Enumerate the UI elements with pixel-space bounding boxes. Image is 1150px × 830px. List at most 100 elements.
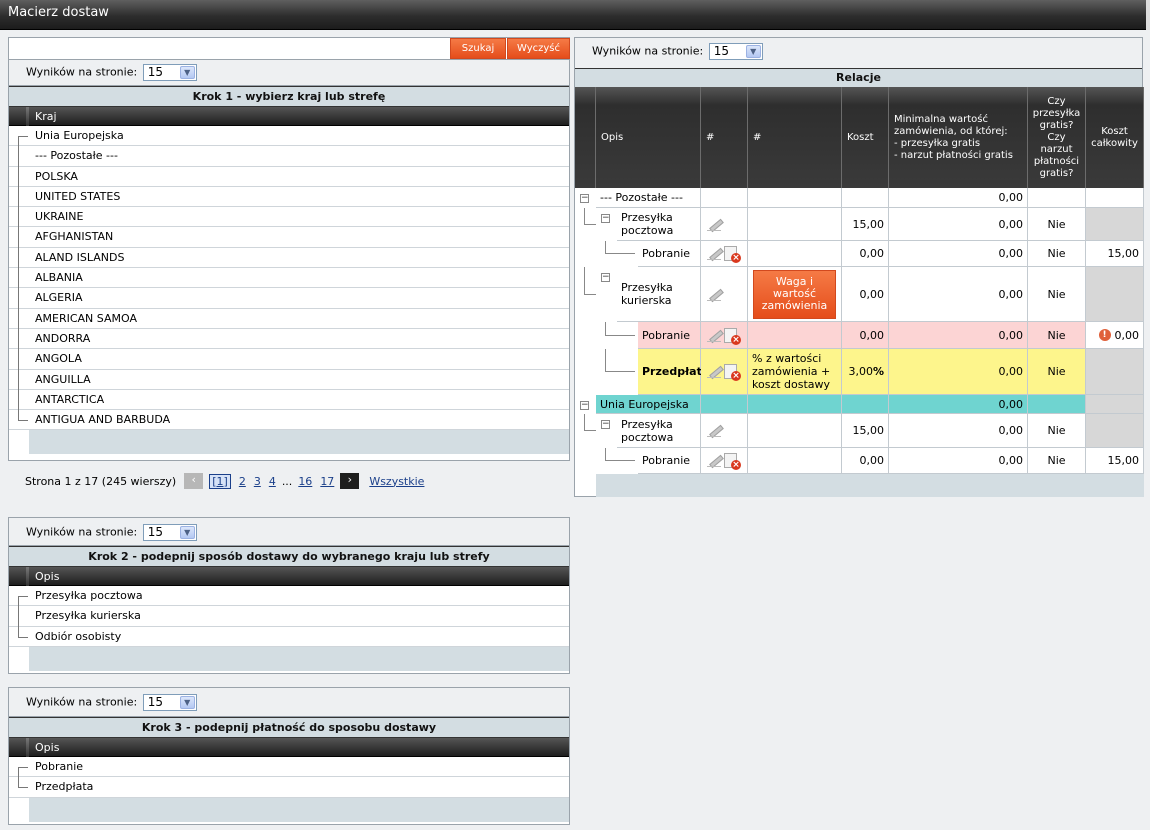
page-current[interactable]: [1] — [209, 473, 231, 489]
next-page-button[interactable]: › — [340, 473, 360, 489]
header-hash1: # — [701, 87, 748, 188]
show-all-link[interactable]: Wszystkie — [369, 475, 424, 488]
page-link[interactable]: 16 — [298, 475, 312, 488]
search-input[interactable] — [9, 38, 449, 59]
edit-icon[interactable] — [707, 246, 722, 261]
per-page-label: Wyników na stronie: — [26, 695, 138, 709]
relation-actions — [701, 322, 748, 349]
relation-label[interactable]: Przesyłka kurierska — [617, 267, 701, 322]
collapse-icon[interactable]: − — [601, 214, 610, 223]
edit-icon[interactable] — [707, 217, 722, 232]
relations-footer — [596, 474, 1144, 497]
per-page-select[interactable]: 15 ▼ — [142, 64, 197, 81]
clear-button[interactable]: Wyczyść — [507, 38, 570, 59]
per-page-select[interactable]: 15 ▼ — [142, 524, 197, 541]
page-link[interactable]: 3 — [254, 475, 261, 488]
payment-list: Pobranie Przedpłata — [9, 757, 569, 798]
cost-value: 0,00 — [859, 454, 885, 467]
header-hash2: # — [748, 87, 842, 188]
edit-icon[interactable] — [707, 423, 722, 438]
search-row: Szukaj Wyczyść — [9, 38, 570, 60]
tree-line — [18, 328, 28, 350]
relation-label[interactable]: Unia Europejska — [596, 395, 701, 414]
header-hash2-label: # — [753, 132, 762, 143]
relations-table: Opis # # Koszt Minimalna wartość zamówie… — [575, 87, 1144, 497]
page-info: Strona 1 z 17 (245 wierszy) — [25, 474, 177, 488]
per-page-value: 15 — [147, 695, 163, 709]
relation-actions — [701, 349, 748, 395]
relation-label[interactable]: Pobranie — [638, 322, 701, 349]
list-item[interactable]: UKRAINE — [9, 207, 569, 229]
list-item[interactable]: Przesyłka pocztowa — [9, 586, 569, 607]
relation-label[interactable]: Pobranie — [638, 448, 701, 474]
list-item-label: Przesyłka kurierska — [35, 609, 141, 623]
list-item[interactable]: ALAND ISLANDS — [9, 247, 569, 269]
collapse-icon[interactable]: − — [601, 273, 610, 282]
list-item[interactable]: Odbiór osobisty — [9, 626, 569, 647]
edit-icon[interactable] — [707, 364, 722, 379]
per-page-select[interactable]: 15 ▼ — [708, 43, 763, 60]
min-value-cell: 0,00 — [889, 395, 1028, 414]
list-item[interactable]: --- Pozostałe --- — [9, 146, 569, 168]
list-item[interactable]: POLSKA — [9, 166, 569, 188]
page-link[interactable]: 2 — [239, 475, 246, 488]
collapse-icon[interactable]: − — [601, 420, 610, 429]
step2-panel: Wyników na stronie: 15 ▼ Krok 2 - podepni… — [8, 517, 570, 674]
edit-icon[interactable] — [707, 453, 722, 468]
gratis-cell: Nie — [1028, 448, 1086, 474]
list-item[interactable]: ALBANIA — [9, 268, 569, 290]
delete-icon[interactable] — [724, 246, 741, 263]
delete-icon[interactable] — [724, 327, 741, 345]
list-item[interactable]: ANGUILLA — [9, 369, 569, 391]
total-cell — [1086, 414, 1144, 448]
edit-icon[interactable] — [707, 328, 722, 343]
cost-value: 3,00 — [848, 365, 873, 378]
list-item[interactable]: Pobranie — [9, 757, 569, 778]
list-item[interactable]: ANGOLA — [9, 349, 569, 371]
list-item[interactable]: ANDORRA — [9, 328, 569, 350]
list-item-label: ALGERIA — [35, 291, 83, 305]
page-link[interactable]: 17 — [320, 475, 334, 488]
cost-unit: % — [872, 365, 884, 378]
relation-label[interactable]: Pobranie — [638, 241, 701, 267]
list-item[interactable]: Unia Europejska — [9, 126, 569, 147]
list-item[interactable]: ANTARCTICA — [9, 389, 569, 411]
per-page-select[interactable]: 15 ▼ — [142, 694, 197, 711]
cost-value: 0,00 — [859, 328, 885, 342]
search-button[interactable]: Szukaj — [450, 38, 506, 59]
delete-icon[interactable] — [724, 364, 741, 381]
page-link[interactable]: 4 — [269, 475, 276, 488]
list-item[interactable]: ANTIGUA AND BARBUDA — [9, 410, 569, 431]
min-value-cell: 0,00 — [889, 241, 1028, 267]
list-item-label: Przedpłata — [35, 780, 94, 794]
list-item[interactable]: UNITED STATES — [9, 186, 569, 208]
list-item[interactable]: AMERICAN SAMOA — [9, 308, 569, 330]
tree-line — [18, 410, 28, 422]
prev-page-button[interactable]: ‹ — [184, 473, 204, 489]
tree-line — [605, 349, 635, 372]
gratis-value: Nie — [1047, 454, 1066, 467]
collapse-icon[interactable]: − — [580, 401, 589, 410]
list-item-label: UNITED STATES — [35, 189, 121, 203]
chevron-down-icon: ▼ — [745, 45, 761, 58]
relation-label[interactable]: Przedpłata — [638, 349, 709, 395]
list-item[interactable]: Przesyłka kurierska — [9, 606, 569, 628]
list-item-label: ANTIGUA AND BARBUDA — [35, 413, 171, 427]
relation-label[interactable]: Przesyłka pocztowa — [617, 208, 701, 241]
list-item[interactable]: ALGERIA — [9, 288, 569, 310]
tree-line — [18, 186, 28, 208]
delete-icon[interactable] — [724, 453, 741, 470]
tree-line — [18, 247, 28, 269]
relation-label[interactable]: Przesyłka pocztowa — [617, 414, 701, 448]
list-item[interactable]: AFGHANISTAN — [9, 227, 569, 249]
config-button[interactable]: Waga i wartość zamówienia — [753, 269, 836, 319]
edit-icon[interactable] — [707, 287, 722, 302]
step2-title: Krok 2 - podepnij sposób dostawy do wybr… — [9, 546, 569, 567]
relation-label[interactable]: --- Pozostałe --- — [596, 188, 701, 208]
tree-line — [584, 267, 596, 295]
title-bar-edge — [1146, 0, 1150, 30]
collapse-icon[interactable]: − — [580, 194, 589, 203]
tree-line — [18, 777, 28, 789]
column-header-opis: Opis — [9, 738, 569, 757]
list-item[interactable]: Przedpłata — [9, 777, 569, 798]
